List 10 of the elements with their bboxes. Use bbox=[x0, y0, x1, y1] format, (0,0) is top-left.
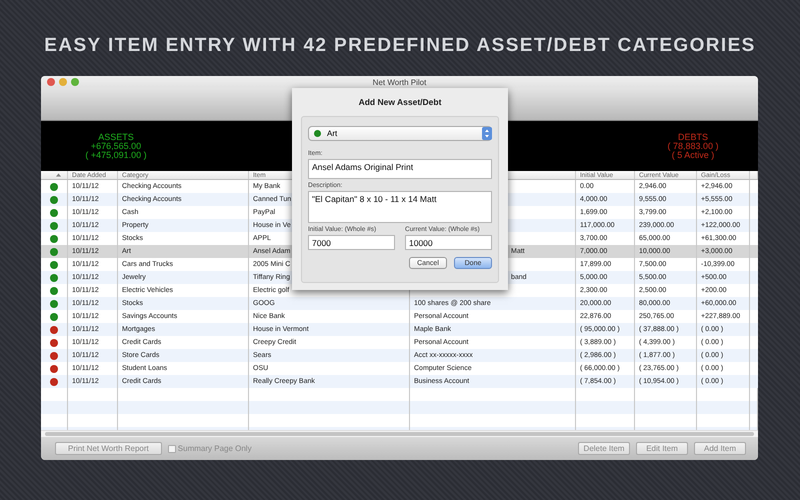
assets-change: ( +475,091.00 ) bbox=[85, 150, 147, 160]
assets-label: ASSETS bbox=[98, 132, 134, 142]
debts-active: ( 5 Active ) bbox=[672, 150, 714, 160]
debts-label: DEBTS bbox=[678, 132, 708, 142]
window-title: Net Worth Pilot bbox=[372, 78, 426, 86]
headline: EASY ITEM ENTRY WITH 42 PREDEFINED ASSET/DEBT CATEGORIES bbox=[44, 34, 756, 58]
debts-total: ( 78,883.00 ) bbox=[667, 142, 719, 150]
dialog-title: Add New Asset/Debt bbox=[358, 96, 442, 109]
assets-total: +676,565.00 bbox=[90, 142, 142, 150]
checkbox-label: Summary Page Only bbox=[178, 444, 252, 453]
